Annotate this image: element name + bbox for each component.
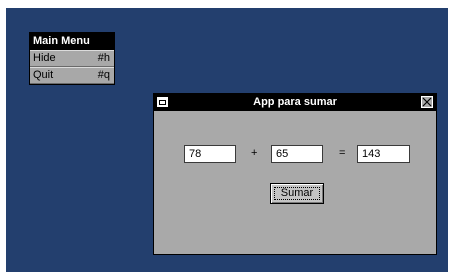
window-title: App para sumar xyxy=(253,96,337,108)
operand-a-field[interactable]: 78 xyxy=(184,145,236,163)
menu-item-hide-label: Hide xyxy=(33,52,56,64)
sumar-button-label: Sumar xyxy=(280,187,314,199)
operand-b-field[interactable]: 65 xyxy=(271,145,323,163)
window-menu-icon-glyph xyxy=(159,100,166,105)
menu-item-hide-accelerator: #h xyxy=(97,52,110,64)
window-titlebar[interactable]: App para sumar xyxy=(154,94,436,111)
menu-item-quit-label: Quit xyxy=(33,69,54,81)
sumar-button[interactable]: Sumar xyxy=(270,183,324,204)
window-menu-icon[interactable] xyxy=(157,97,168,107)
plus-sign: + xyxy=(251,147,258,159)
equals-sign: = xyxy=(339,147,346,159)
menu-item-quit-accelerator: #q xyxy=(97,69,110,81)
close-icon[interactable] xyxy=(421,96,433,108)
close-icon-glyph xyxy=(422,97,432,107)
menu-item-hide[interactable]: Hide #h xyxy=(30,50,114,67)
app-window: App para sumar 78 + 65 = 143 Sumar xyxy=(153,93,437,255)
main-menu-title: Main Menu xyxy=(30,33,114,50)
result-field[interactable]: 143 xyxy=(357,145,410,163)
main-menu: Main Menu Hide #h Quit #q xyxy=(29,32,115,85)
menu-item-quit[interactable]: Quit #q xyxy=(30,67,114,84)
